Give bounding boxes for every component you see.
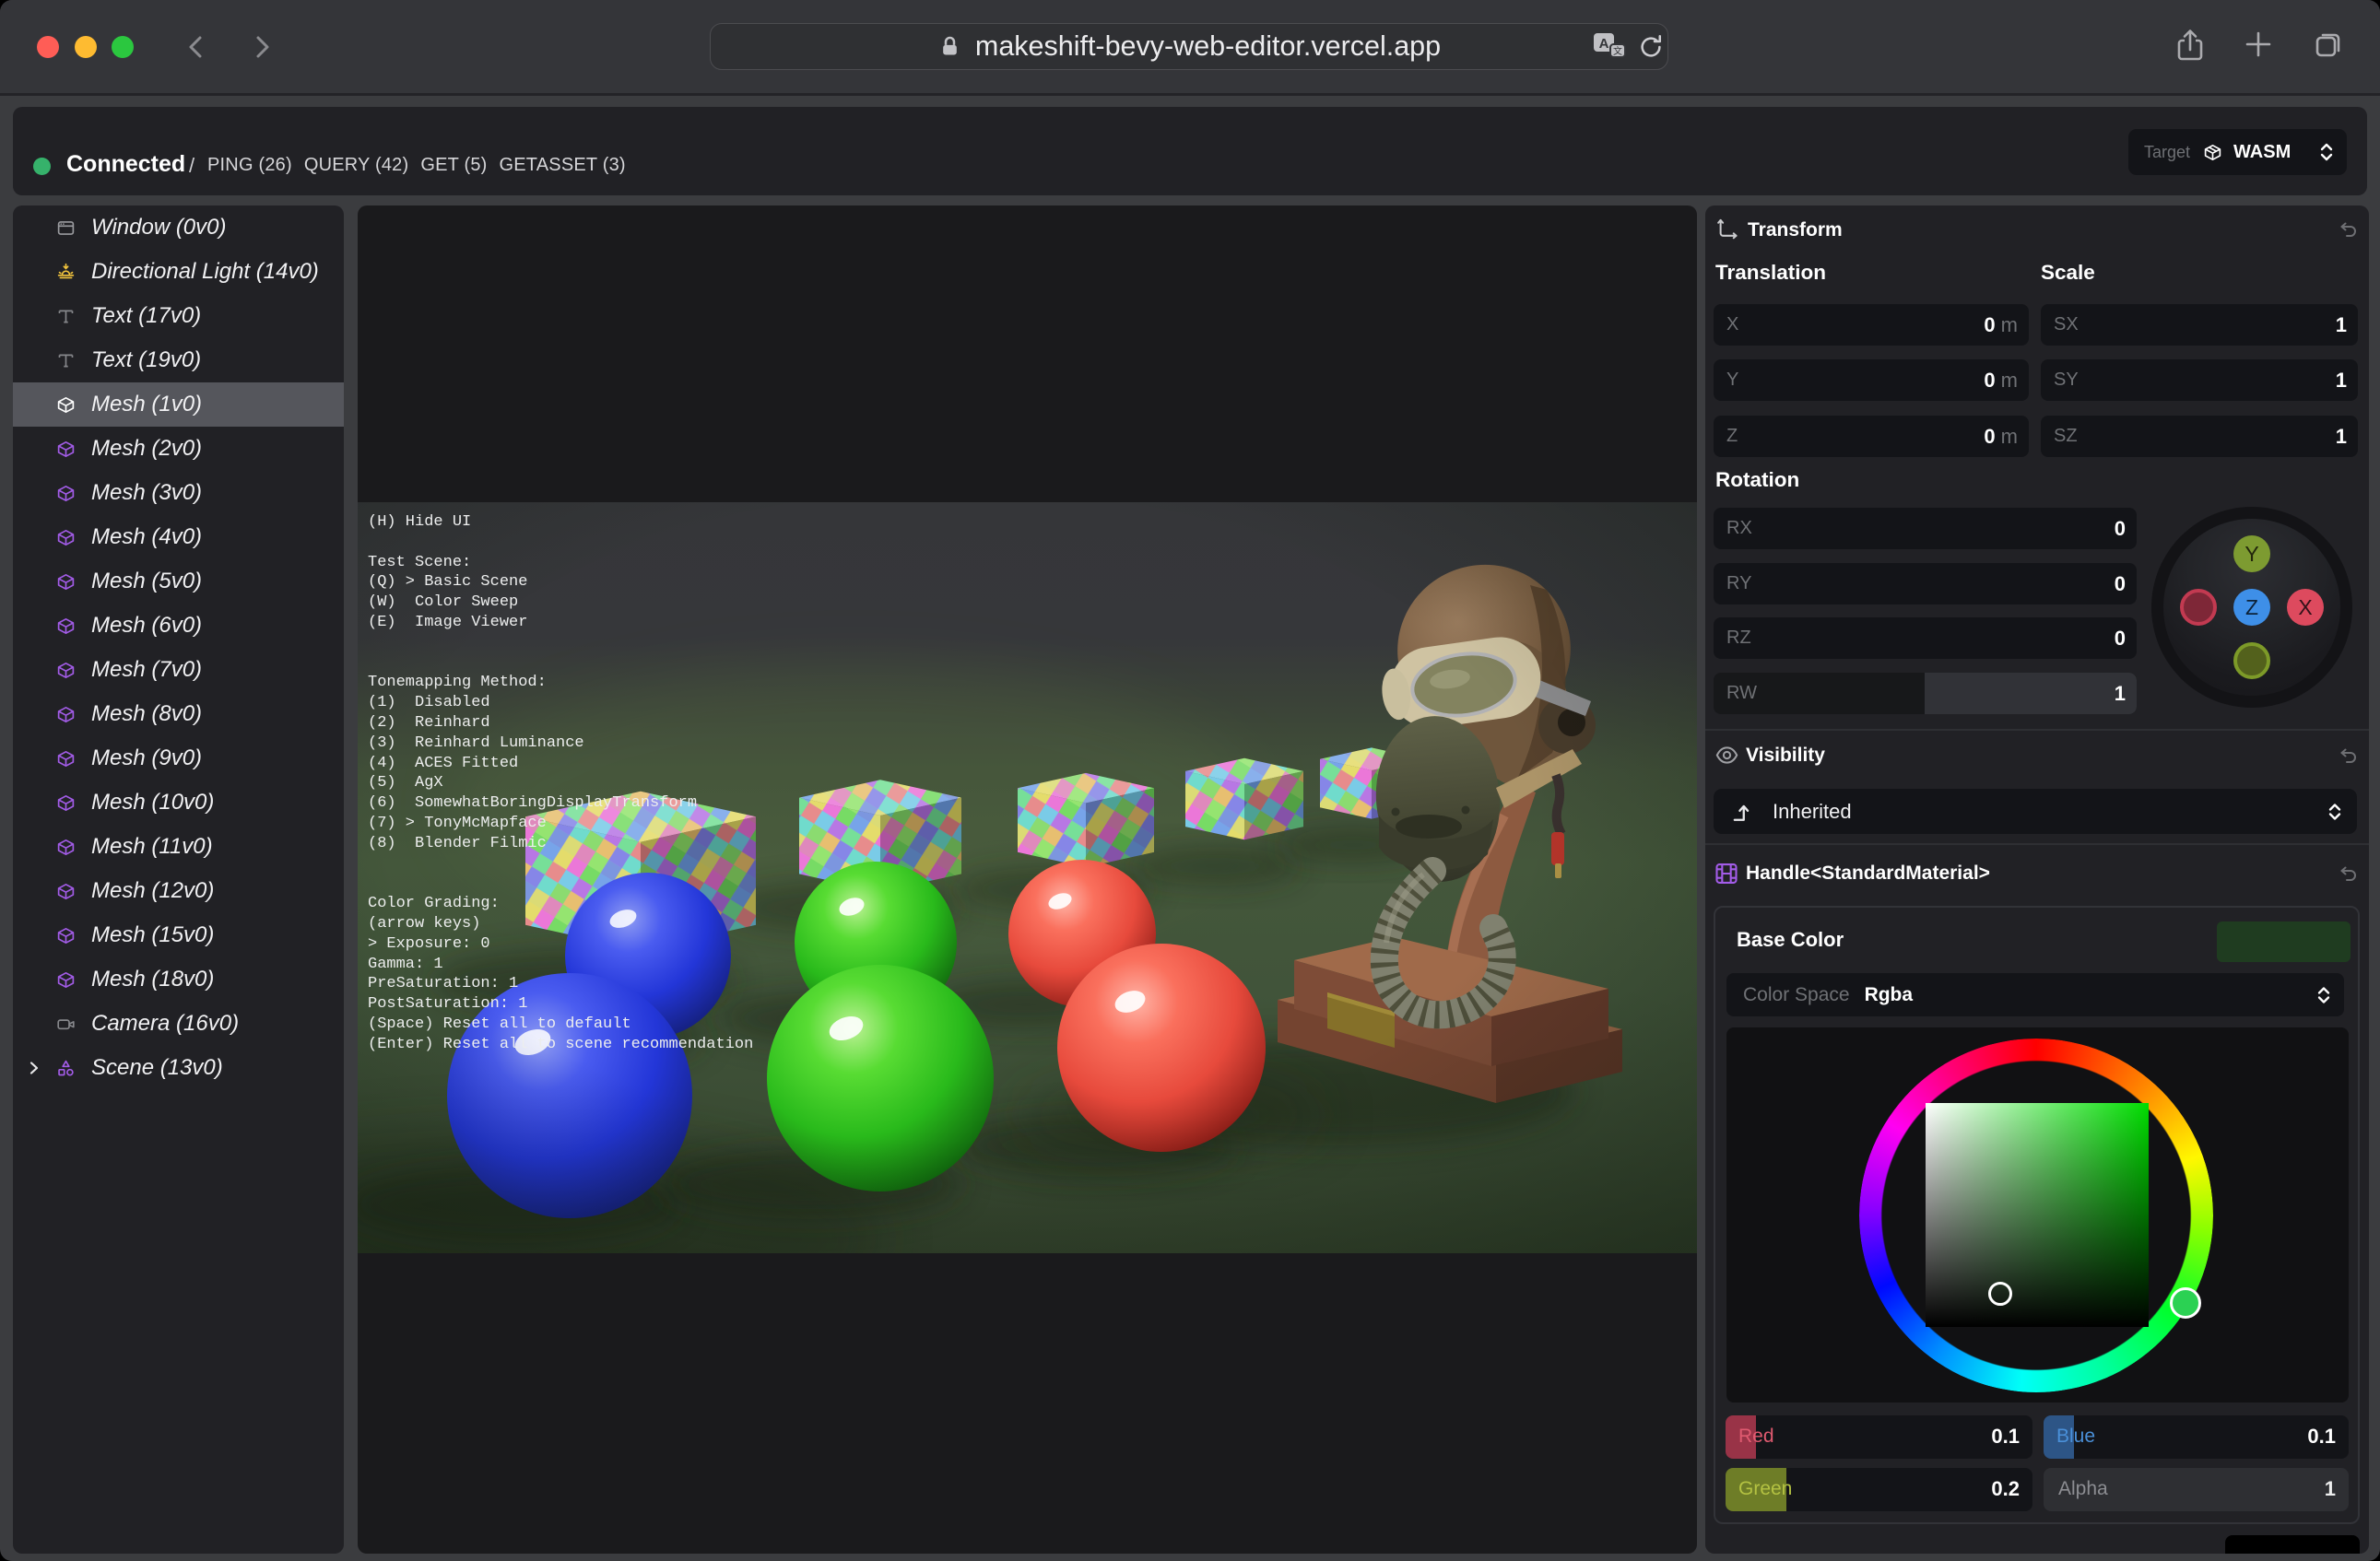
svg-text:A: A [1599, 36, 1609, 52]
svg-text:文: 文 [1613, 45, 1622, 57]
